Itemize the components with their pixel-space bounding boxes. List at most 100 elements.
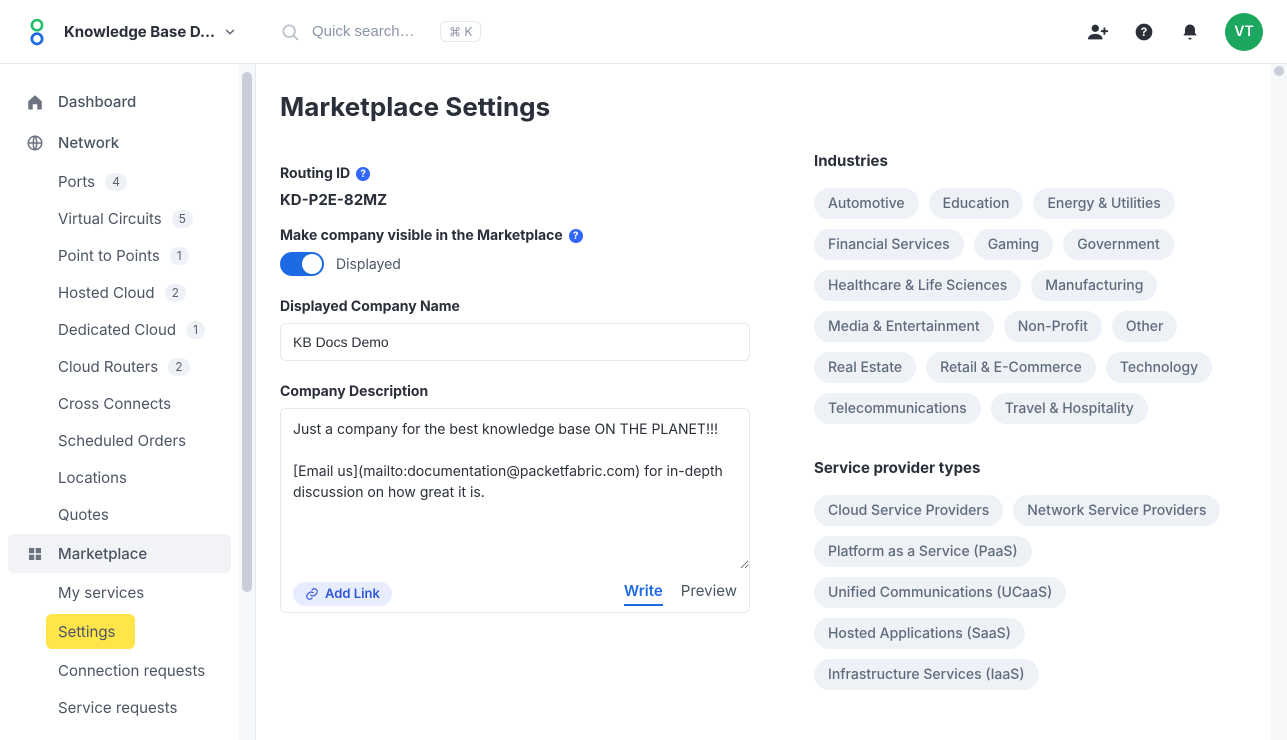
- sidebar-item-ports[interactable]: Ports4: [0, 164, 231, 199]
- global-search[interactable]: ⌘ K: [256, 21, 1087, 42]
- scrollbar-thumb[interactable]: [242, 72, 252, 592]
- sidebar-network-group: Ports4Virtual Circuits5Point to Points1H…: [0, 164, 239, 532]
- service-provider-types-title: Service provider types: [814, 458, 1235, 477]
- industry-chip[interactable]: Automotive: [814, 188, 919, 219]
- sidebar-item-label: Network: [58, 133, 119, 152]
- sidebar-item-virtual-circuits[interactable]: Virtual Circuits5: [0, 201, 231, 236]
- sidebar-marketplace-group: My services Settings Connection requests Se…: [0, 575, 239, 725]
- industry-chip[interactable]: Financial Services: [814, 229, 964, 260]
- visibility-label: Make company visible in the Marketplace …: [280, 227, 750, 244]
- company-description-input[interactable]: [281, 409, 749, 569]
- sidebar-item-my-services[interactable]: My services: [0, 575, 231, 610]
- service-provider-types-chips: Cloud Service Providers Network Service P…: [814, 495, 1235, 690]
- scrollbar-thumb[interactable]: [1274, 66, 1284, 76]
- service-provider-type-chip[interactable]: Infrastructure Services (IaaS): [814, 659, 1039, 690]
- company-name-label: Displayed Company Name: [280, 298, 750, 315]
- service-provider-type-chip[interactable]: Hosted Applications (SaaS): [814, 618, 1025, 649]
- industry-chip[interactable]: Travel & Hospitality: [991, 393, 1148, 424]
- routing-id-help[interactable]: ?: [356, 167, 370, 181]
- sidebar-item-label: Dashboard: [58, 92, 136, 111]
- sidebar-item-hosted-cloud[interactable]: Hosted Cloud 2: [0, 275, 231, 310]
- routing-id-label: Routing ID ?: [280, 165, 750, 182]
- sidebar-item-marketplace[interactable]: Marketplace: [8, 534, 231, 573]
- sidebar-scrollbar[interactable]: [239, 64, 255, 740]
- workspace-switcher[interactable]: Knowledge Base D…: [64, 22, 237, 41]
- sidebar-item-network[interactable]: Network: [8, 123, 231, 162]
- industry-chip[interactable]: Real Estate: [814, 352, 916, 383]
- main-content: Marketplace Settings Routing ID ? KD-P2E…: [256, 64, 1271, 740]
- sidebar-item-label: Connection requests: [58, 661, 205, 680]
- sidebar-item-label: Scheduled Orders: [58, 431, 186, 450]
- sidebar-item-scheduled-orders[interactable]: Scheduled Orders: [0, 423, 231, 458]
- industry-chip[interactable]: Telecommunications: [814, 393, 981, 424]
- industry-chip[interactable]: Education: [929, 188, 1024, 219]
- search-icon: [280, 22, 300, 42]
- tab-write[interactable]: Write: [624, 581, 663, 606]
- industry-chip[interactable]: Manufacturing: [1031, 270, 1157, 301]
- sidebar-item-cross-connects[interactable]: Cross Connects: [0, 386, 231, 421]
- search-input[interactable]: [310, 22, 430, 41]
- sidebar-item-cloud-routers[interactable]: Cloud Routers2: [0, 349, 231, 384]
- sidebar-item-dashboard[interactable]: Dashboard: [8, 82, 231, 121]
- industry-chip[interactable]: Energy & Utilities: [1033, 188, 1174, 219]
- sidebar-item-label: Cross Connects: [58, 394, 171, 413]
- service-provider-type-chip[interactable]: Platform as a Service (PaaS): [814, 536, 1032, 567]
- count-badge: 1: [186, 321, 205, 339]
- search-shortcut: ⌘ K: [440, 21, 481, 42]
- industry-chip[interactable]: Other: [1112, 311, 1178, 342]
- count-badge: 1: [170, 247, 189, 265]
- industry-chip[interactable]: Government: [1063, 229, 1174, 260]
- sidebar-item-connection-requests[interactable]: Connection requests: [0, 653, 231, 688]
- grid-icon: [26, 545, 44, 563]
- industries-title: Industries: [814, 151, 1235, 170]
- industry-chip[interactable]: Retail & E-Commerce: [926, 352, 1096, 383]
- visibility-state: Displayed: [336, 256, 401, 273]
- industry-chip[interactable]: Technology: [1106, 352, 1212, 383]
- add-link-button[interactable]: Add Link: [293, 582, 392, 606]
- sidebar-item-label: Hosted Cloud: [58, 283, 155, 302]
- sidebar-item-label: Locations: [58, 468, 127, 487]
- help-button[interactable]: ?: [1133, 21, 1155, 43]
- industry-chip[interactable]: Healthcare & Life Sciences: [814, 270, 1021, 301]
- topbar: Knowledge Base D… ⌘ K ? VT: [0, 0, 1287, 64]
- sidebar: Dashboard Network Ports4Virtual Circuits…: [0, 64, 256, 740]
- industry-chip[interactable]: Non-Profit: [1004, 311, 1102, 342]
- visibility-toggle[interactable]: [280, 252, 324, 276]
- company-description-label: Company Description: [280, 383, 750, 400]
- industry-chip[interactable]: Gaming: [974, 229, 1053, 260]
- count-badge: 2: [165, 284, 186, 302]
- user-avatar[interactable]: VT: [1225, 13, 1263, 51]
- industries-chips: Automotive Education Energy & Utilities Fin…: [814, 188, 1235, 424]
- sidebar-item-settings[interactable]: Settings: [46, 614, 135, 649]
- sidebar-item-label: Marketplace: [58, 544, 147, 563]
- sidebar-item-service-requests[interactable]: Service requests: [0, 690, 231, 725]
- avatar-initials: VT: [1234, 23, 1253, 40]
- sidebar-item-quotes[interactable]: Quotes: [0, 497, 231, 532]
- sidebar-item-label: Settings: [58, 622, 115, 641]
- sidebar-item-label: My services: [58, 583, 144, 602]
- service-provider-type-chip[interactable]: Cloud Service Providers: [814, 495, 1003, 526]
- company-name-input[interactable]: [280, 323, 750, 361]
- sidebar-item-locations[interactable]: Locations: [0, 460, 231, 495]
- count-badge: 2: [168, 358, 189, 376]
- company-description-wrap: Add Link Write Preview: [280, 408, 750, 613]
- tab-preview[interactable]: Preview: [681, 581, 737, 606]
- service-provider-type-chip[interactable]: Unified Communications (UCaaS): [814, 577, 1066, 608]
- sidebar-item-dedicated-cloud[interactable]: Dedicated Cloud1: [0, 312, 231, 347]
- sidebar-item-label: Ports: [58, 172, 95, 191]
- notifications-button[interactable]: [1179, 21, 1201, 43]
- topbar-actions: ? VT: [1087, 13, 1263, 51]
- globe-icon: [26, 134, 44, 152]
- sidebar-item-label: Service requests: [58, 698, 177, 717]
- svg-text:?: ?: [1141, 25, 1148, 39]
- sidebar-item-point-to-points[interactable]: Point to Points1: [0, 238, 231, 273]
- industry-chip[interactable]: Media & Entertainment: [814, 311, 994, 342]
- description-tabs: Write Preview: [624, 581, 737, 606]
- visibility-help[interactable]: ?: [569, 229, 583, 243]
- help-icon: ?: [1134, 22, 1154, 42]
- page-title: Marketplace Settings: [280, 92, 1235, 123]
- invite-user-button[interactable]: [1087, 21, 1109, 43]
- service-provider-type-chip[interactable]: Network Service Providers: [1013, 495, 1220, 526]
- page-scrollbar[interactable]: [1271, 64, 1287, 740]
- routing-id-value: KD-P2E-82MZ: [280, 190, 750, 209]
